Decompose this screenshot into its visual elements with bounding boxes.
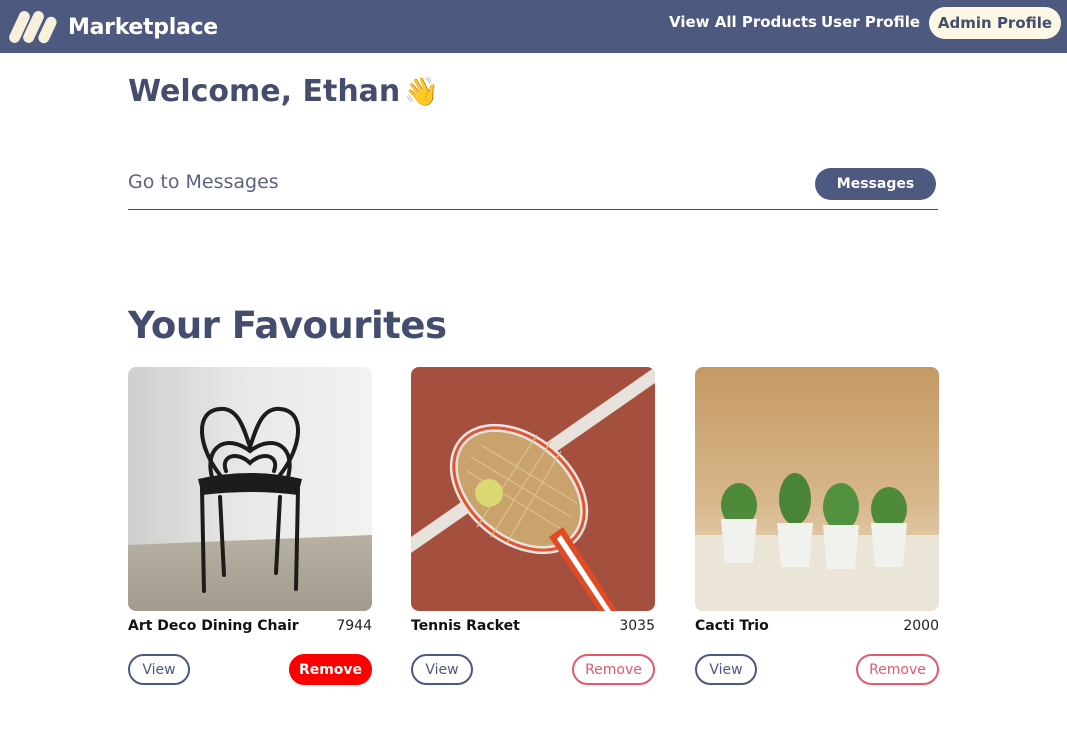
- messages-label: Go to Messages: [128, 171, 279, 193]
- remove-button[interactable]: Remove: [289, 654, 372, 685]
- remove-button[interactable]: Remove: [856, 654, 939, 685]
- top-navbar: Marketplace View All Products User Profi…: [0, 0, 1067, 53]
- product-price: 7944: [336, 618, 372, 634]
- view-button[interactable]: View: [128, 654, 190, 685]
- nav-user-profile[interactable]: User Profile: [821, 13, 920, 31]
- product-image-chair[interactable]: [128, 367, 372, 611]
- messages-row: Go to Messages Messages: [128, 162, 938, 210]
- view-button[interactable]: View: [695, 654, 757, 685]
- product-price: 3035: [619, 618, 655, 634]
- product-image-cacti[interactable]: [695, 367, 939, 611]
- brand[interactable]: Marketplace: [9, 7, 218, 47]
- favourite-card: Tennis Racket 3035 View Remove: [411, 367, 655, 687]
- remove-button[interactable]: Remove: [572, 654, 655, 685]
- product-name: Cacti Trio: [695, 618, 769, 634]
- favourite-card: Art Deco Dining Chair 7944 View Remove: [128, 367, 372, 687]
- product-image-tennis-racket[interactable]: [411, 367, 655, 611]
- nav-admin-profile-button[interactable]: Admin Profile: [929, 7, 1061, 39]
- messages-button[interactable]: Messages: [815, 168, 936, 200]
- product-price: 2000: [903, 618, 939, 634]
- product-name: Art Deco Dining Chair: [128, 618, 299, 634]
- marketplace-logo-icon: [9, 11, 57, 44]
- welcome-heading: Welcome, Ethan 👋: [128, 74, 439, 109]
- view-button[interactable]: View: [411, 654, 473, 685]
- favourite-card: Cacti Trio 2000 View Remove: [695, 367, 939, 687]
- app-title: Marketplace: [68, 14, 218, 40]
- welcome-text: Welcome, Ethan: [128, 74, 401, 109]
- favourites-title: Your Favourites: [128, 304, 447, 347]
- nav-view-all-products[interactable]: View All Products: [669, 13, 817, 31]
- waving-hand-icon: 👋: [404, 75, 440, 108]
- product-name: Tennis Racket: [411, 618, 520, 634]
